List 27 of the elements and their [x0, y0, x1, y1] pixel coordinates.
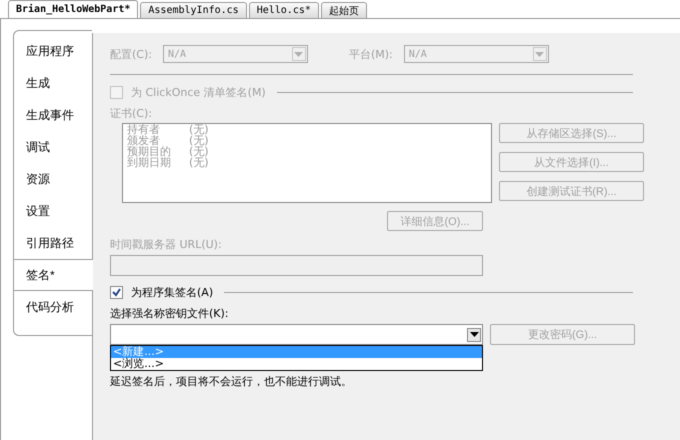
checkbox-label: 为程序集签名(A) [131, 285, 214, 300]
document-tab[interactable]: 起始页 [320, 2, 367, 18]
timestamp-label: 时间戳服务器 URL(U): [110, 237, 222, 252]
side-tab[interactable]: 签名* [14, 259, 93, 291]
document-tab[interactable]: Hello.cs* [248, 2, 319, 18]
property-value: (无) [189, 124, 209, 135]
document-tab[interactable]: Brian_HelloWebPart* [8, 0, 138, 18]
config-label: 配置(C): [110, 46, 152, 62]
platform-label: 平台(M): [348, 46, 393, 62]
property-name: 到期日期 [127, 157, 172, 168]
property-name: 颁发者 [127, 135, 160, 146]
caret-icon [467, 328, 481, 342]
property-name: 预期目的 [127, 146, 172, 157]
property-name: 持有者 [127, 124, 161, 135]
checkbox-label: 为 ClickOnce 清单签名(M) [131, 85, 266, 100]
property-value: (无) [189, 135, 209, 146]
key-file-dropdown[interactable] [110, 324, 483, 345]
key-file-label: 选择强名称密钥文件(K): [110, 306, 229, 321]
caret-icon [292, 47, 306, 61]
certificate-label: 证书(C): [110, 106, 152, 121]
document-tab[interactable]: AssemblyInfo.cs [140, 2, 247, 18]
property-value: (无) [189, 146, 209, 157]
caret-icon [532, 47, 547, 61]
checkbox[interactable] [110, 286, 123, 299]
property-value: (无) [189, 157, 209, 168]
dropdown-option[interactable]: <浏览...> [111, 358, 482, 370]
delay-sign-note: 延迟签名后，项目将不会运行，也不能进行调试。 [110, 374, 353, 389]
